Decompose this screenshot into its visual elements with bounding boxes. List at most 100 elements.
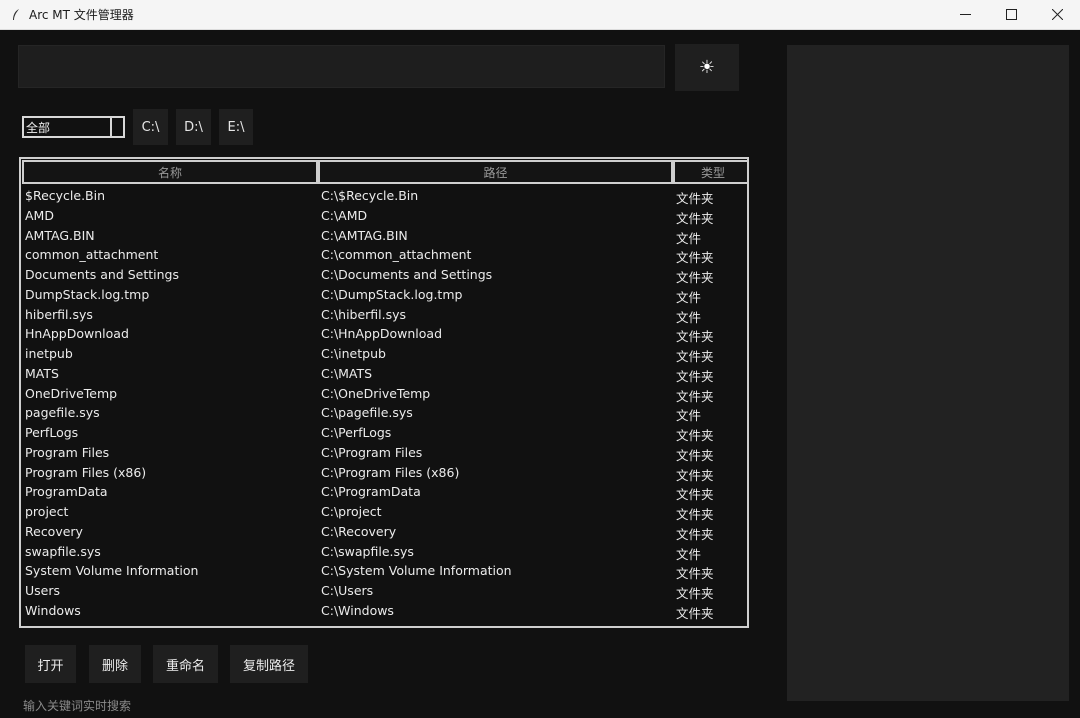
drive-e-button[interactable]: E:\ <box>219 109 253 145</box>
row-type-cell: 文件夹 <box>676 428 714 443</box>
table-row[interactable]: PerfLogs C:\PerfLogs 文件夹 <box>21 424 747 444</box>
table-row[interactable]: project C:\project 文件夹 <box>21 503 747 523</box>
theme-toggle-button[interactable]: ☀ <box>675 44 739 91</box>
table-row[interactable]: MATS C:\MATS 文件夹 <box>21 365 747 385</box>
table-row[interactable]: DumpStack.log.tmp C:\DumpStack.log.tmp 文件 <box>21 286 747 306</box>
rename-button[interactable]: 重命名 <box>153 645 218 683</box>
row-path-cell: C:\Program Files (x86) <box>321 464 460 480</box>
row-type-cell: 文件夹 <box>676 586 714 601</box>
row-path-cell: C:\ProgramData <box>321 484 421 500</box>
table-row[interactable]: Windows C:\Windows 文件夹 <box>21 602 747 622</box>
row-path-cell: C:\AMD <box>321 207 368 223</box>
table-row[interactable]: inetpub C:\inetpub 文件夹 <box>21 345 747 365</box>
column-header-path[interactable]: 路径 <box>318 160 673 184</box>
row-path-cell: C:\pagefile.sys <box>321 405 413 421</box>
table-row[interactable]: Program Files C:\Program Files 文件夹 <box>21 444 747 464</box>
row-type-cell: 文件夹 <box>676 526 714 542</box>
row-path-cell: C:\project <box>321 504 382 519</box>
close-icon[interactable] <box>1034 0 1080 29</box>
row-type-cell: 文件夹 <box>676 467 714 483</box>
row-type-cell: 文件 <box>676 289 702 305</box>
row-name-cell: ProgramData <box>25 484 108 500</box>
table-row[interactable]: Program Files (x86) C:\Program Files (x86… <box>21 464 747 484</box>
row-path-cell: C:\Documents and Settings <box>321 267 493 282</box>
table-row[interactable]: HnAppDownload C:\HnAppDownload 文件夹 <box>21 325 747 345</box>
table-row[interactable]: $Recycle.Bin C:\$Recycle.Bin 文件夹 <box>21 187 747 207</box>
row-name-cell: common_attachment <box>25 247 159 263</box>
table-row[interactable]: hiberfil.sys C:\hiberfil.sys 文件 <box>21 306 747 326</box>
row-path-cell: C:\Windows <box>321 602 394 618</box>
maximize-icon[interactable] <box>988 0 1034 29</box>
type-filter-select[interactable]: 全部 <box>22 116 125 138</box>
drive-d-button[interactable]: D:\ <box>176 109 211 145</box>
row-name-cell: Documents and Settings <box>25 267 180 282</box>
status-hint: 输入关键词实时搜索 <box>23 699 132 713</box>
row-type-cell: 文件夹 <box>676 270 714 285</box>
row-name-cell: hiberfil.sys <box>25 306 93 322</box>
row-type-cell: 文件 <box>676 309 702 325</box>
row-name-cell: Windows <box>25 602 81 618</box>
window-title: Arc MT 文件管理器 <box>29 8 134 22</box>
row-name-cell: Users <box>25 583 61 598</box>
table-row[interactable]: System Volume Information C:\System Volum… <box>21 562 747 582</box>
row-path-cell: C:\MATS <box>321 365 373 381</box>
row-path-cell: C:\Program Files <box>321 444 423 460</box>
table-row[interactable]: Recovery C:\Recovery 文件夹 <box>21 523 747 543</box>
column-header-type[interactable]: 类型 <box>673 160 747 184</box>
row-path-cell: C:\hiberfil.sys <box>321 306 407 322</box>
row-name-cell: Recovery <box>25 523 83 539</box>
row-type-cell: 文件夹 <box>676 507 714 522</box>
table-row[interactable]: Documents and Settings C:\Documents and S… <box>21 266 747 286</box>
table-row[interactable]: common_attachment C:\common_attachment 文件夹 <box>21 246 747 266</box>
row-type-cell: 文件夹 <box>676 329 714 345</box>
feather-icon <box>9 8 23 22</box>
row-type-cell: 文件夹 <box>676 487 714 503</box>
table-row[interactable]: Users C:\Users 文件夹 <box>21 582 747 602</box>
title-bar: Arc MT 文件管理器 <box>0 0 1080 30</box>
drive-c-button[interactable]: C:\ <box>133 109 168 145</box>
dropdown-arrow-icon[interactable] <box>110 118 123 136</box>
row-path-cell: C:\System Volume Information <box>321 563 512 579</box>
preview-panel <box>787 45 1069 701</box>
row-path-cell: C:\inetpub <box>321 346 386 361</box>
row-type-cell: 文件 <box>676 230 702 246</box>
table-row[interactable]: pagefile.sys C:\pagefile.sys 文件 <box>21 404 747 424</box>
search-input[interactable] <box>18 45 665 88</box>
minimize-icon[interactable] <box>942 0 988 29</box>
row-name-cell: PerfLogs <box>25 425 79 440</box>
table-row[interactable]: AMTAG.BIN C:\AMTAG.BIN 文件 <box>21 227 747 247</box>
copy-path-button[interactable]: 复制路径 <box>230 645 308 683</box>
row-name-cell: AMD <box>25 207 54 223</box>
table-row[interactable]: OneDriveTemp C:\OneDriveTemp 文件夹 <box>21 385 747 405</box>
column-header-name[interactable]: 名称 <box>22 160 318 184</box>
row-type-cell: 文件夹 <box>676 349 714 364</box>
row-name-cell: project <box>25 504 69 519</box>
file-table[interactable]: 名称 路径 类型 $Recycle.Bin C:\$Recycle.Bin 文件夹 A… <box>19 157 749 628</box>
table-body: $Recycle.Bin C:\$Recycle.Bin 文件夹 AMD C:\AMD 文… <box>21 187 747 622</box>
row-path-cell: C:\Users <box>321 583 374 598</box>
row-type-cell: 文件夹 <box>676 210 714 226</box>
row-type-cell: 文件夹 <box>676 447 714 463</box>
table-row[interactable]: swapfile.sys C:\swapfile.sys 文件 <box>21 543 747 563</box>
table-row[interactable]: ProgramData C:\ProgramData 文件夹 <box>21 483 747 503</box>
row-type-cell: 文件夹 <box>676 605 714 621</box>
row-name-cell: MATS <box>25 365 59 381</box>
row-name-cell: swapfile.sys <box>25 543 101 559</box>
row-name-cell: HnAppDownload <box>25 326 129 342</box>
row-path-cell: C:\OneDriveTemp <box>321 385 431 401</box>
row-type-cell: 文件夹 <box>676 191 714 206</box>
filter-selected-value: 全部 <box>26 120 51 135</box>
row-name-cell: Program Files (x86) <box>25 464 147 480</box>
sun-icon: ☀ <box>698 57 716 78</box>
row-name-cell: System Volume Information <box>25 563 199 579</box>
table-header: 名称 路径 类型 <box>21 159 747 187</box>
row-type-cell: 文件夹 <box>676 388 714 404</box>
row-type-cell: 文件 <box>676 546 702 562</box>
table-row[interactable]: AMD C:\AMD 文件夹 <box>21 207 747 227</box>
delete-button[interactable]: 删除 <box>89 645 141 683</box>
row-name-cell: Program Files <box>25 444 110 460</box>
row-name-cell: OneDriveTemp <box>25 385 118 401</box>
row-type-cell: 文件夹 <box>676 368 714 384</box>
row-path-cell: C:\swapfile.sys <box>321 543 414 559</box>
open-button[interactable]: 打开 <box>25 645 76 683</box>
